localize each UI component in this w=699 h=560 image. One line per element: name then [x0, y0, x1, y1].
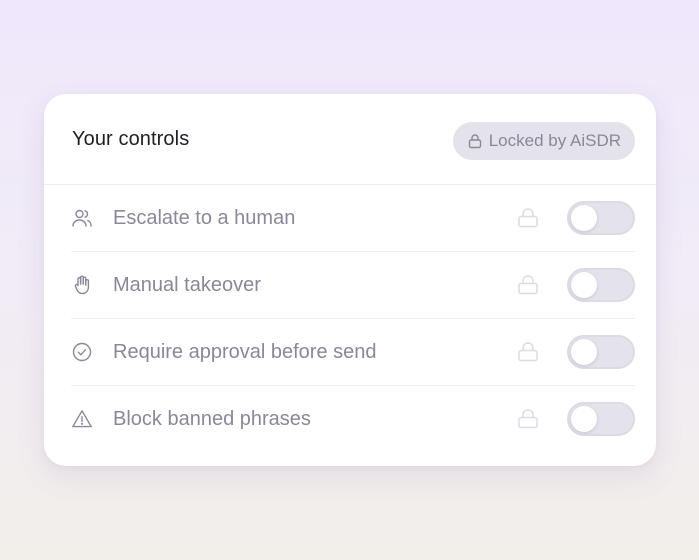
escalate-toggle[interactable] [567, 201, 635, 235]
hand-icon [71, 274, 93, 296]
controls-list: Escalate to a human Manual takeover Requ… [44, 185, 656, 452]
toggle-knob [571, 406, 597, 432]
block-banned-phrases-toggle[interactable] [567, 402, 635, 436]
lock-icon [467, 133, 483, 149]
control-label: Require approval before send [113, 340, 377, 363]
control-label: Manual takeover [113, 273, 261, 296]
toggle-knob [571, 339, 597, 365]
control-label: Escalate to a human [113, 206, 296, 229]
users-icon [71, 207, 93, 229]
require-approval-toggle[interactable] [567, 335, 635, 369]
controls-card: Your controls Locked by AiSDR Escalate t… [44, 94, 656, 466]
warning-triangle-icon [71, 408, 93, 430]
toggle-knob [571, 205, 597, 231]
lock-icon [517, 341, 539, 363]
control-label: Block banned phrases [113, 407, 311, 430]
toggle-knob [571, 272, 597, 298]
locked-badge: Locked by AiSDR [452, 122, 635, 160]
control-row-escalate: Escalate to a human [71, 185, 635, 252]
control-row-manual-takeover: Manual takeover [71, 252, 635, 319]
locked-badge-label: Locked by AiSDR [488, 131, 621, 150]
manual-takeover-toggle[interactable] [567, 268, 635, 302]
lock-icon [517, 408, 539, 430]
card-title: Your controls [72, 128, 190, 150]
card-header: Your controls Locked by AiSDR [44, 94, 656, 185]
control-row-require-approval: Require approval before send [71, 319, 635, 386]
lock-icon [517, 207, 539, 229]
lock-icon [517, 274, 539, 296]
control-row-block-banned-phrases: Block banned phrases [71, 386, 635, 452]
check-circle-icon [71, 341, 93, 363]
